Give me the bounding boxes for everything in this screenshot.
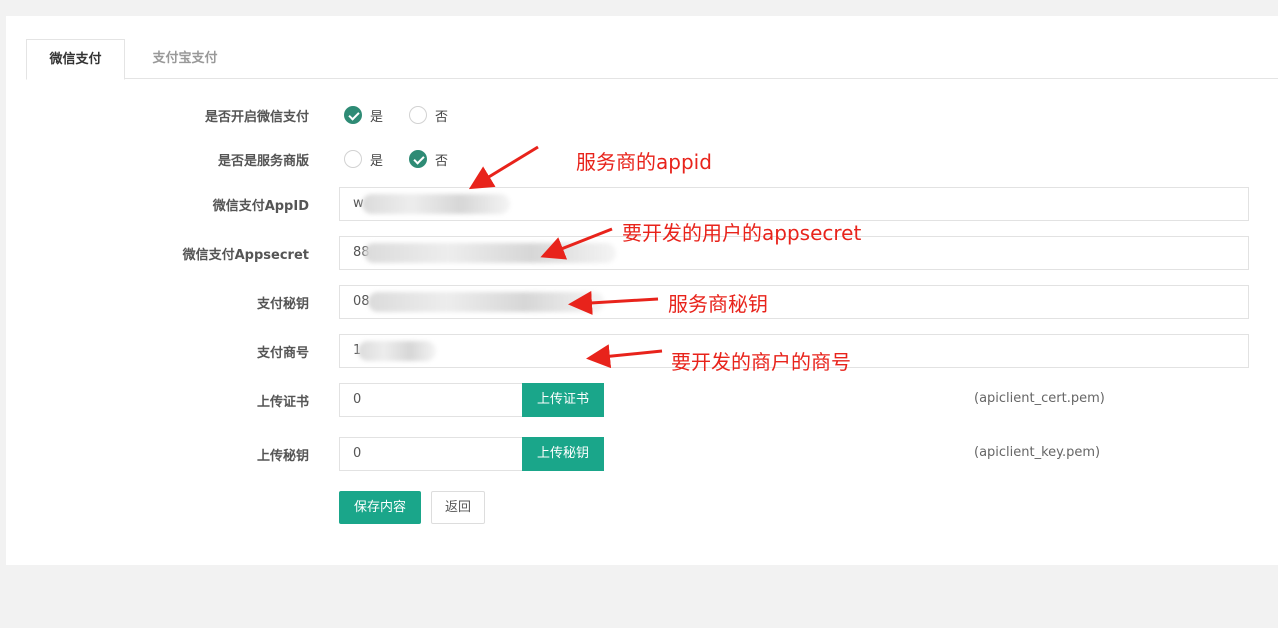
arrow-appsecret — [540, 227, 613, 260]
arrow-appid — [468, 145, 539, 190]
arrow-pay-key — [568, 290, 659, 315]
arrow-merchant-no — [586, 344, 663, 369]
annotation-arrows — [468, 145, 663, 369]
